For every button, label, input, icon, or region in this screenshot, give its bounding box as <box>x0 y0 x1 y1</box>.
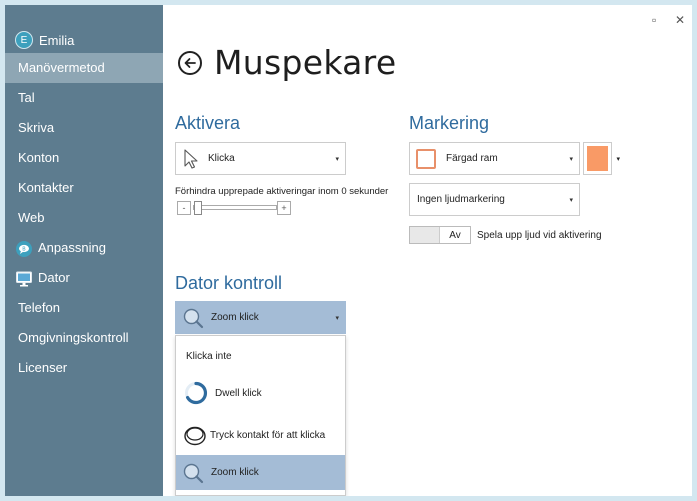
magnifier-icon <box>182 462 204 484</box>
app-window: E Emilia Manövermetod Tal Skriva Konton … <box>5 5 692 496</box>
option-zoom-klick[interactable]: Zoom klick <box>176 455 345 490</box>
highlight-color-picker[interactable]: ▾ <box>583 142 620 175</box>
color-swatch-frame <box>583 142 612 175</box>
section-title-dator-kontroll: Dator kontroll <box>175 273 283 293</box>
sidebar-item-label: Dator <box>38 270 70 285</box>
sidebar-item-label: Tal <box>18 90 35 105</box>
option-label: Zoom klick <box>211 467 259 478</box>
chevron-down-icon: ▾ <box>616 155 620 163</box>
colored-frame-icon <box>416 148 436 169</box>
increase-button[interactable]: + <box>277 201 291 215</box>
sidebar-nav: Manövermetod Tal Skriva Konton Kontakter… <box>5 53 163 383</box>
highlight-style-select[interactable]: Färgad ram ▾ <box>409 142 580 175</box>
sidebar-item-label: Anpassning <box>38 240 106 255</box>
cursor-arrow-icon <box>182 148 202 170</box>
arrow-left-icon <box>184 57 196 68</box>
user-name: Emilia <box>39 32 75 48</box>
sidebar-item-label: Konton <box>18 150 60 165</box>
sidebar-item-konton[interactable]: Konton <box>5 143 163 173</box>
monitor-icon <box>15 269 33 287</box>
sound-highlight-select[interactable]: Ingen ljudmarkering ▾ <box>409 183 580 216</box>
option-dwell-klick[interactable]: Dwell klick <box>176 376 345 410</box>
page-header: Muspekare <box>178 43 396 82</box>
play-sound-toggle[interactable]: Av <box>409 226 471 244</box>
sidebar-item-licenser[interactable]: Licenser <box>5 353 163 383</box>
highlight-style-value: Färgad ram <box>446 153 498 164</box>
computer-control-select[interactable]: Zoom klick ▾ <box>175 301 346 334</box>
repeat-activation-label: Förhindra upprepade aktiveringar inom 0 … <box>175 186 389 197</box>
sidebar-item-label: Kontakter <box>18 180 74 195</box>
repeat-delay-slider[interactable] <box>193 205 277 210</box>
sidebar-item-label: Telefon <box>18 300 60 315</box>
sidebar-item-web[interactable]: Web <box>5 203 163 233</box>
svg-text:B: B <box>22 247 26 253</box>
toggle-track <box>410 227 440 243</box>
option-label: Dwell klick <box>215 387 262 399</box>
color-swatch <box>587 146 608 171</box>
option-klicka-inte[interactable]: Klicka inte <box>176 344 345 368</box>
chevron-down-icon: ▾ <box>569 155 573 163</box>
sidebar-item-anpassning[interactable]: B Anpassning <box>5 233 163 263</box>
switch-button-icon <box>183 423 207 447</box>
close-button[interactable]: ✕ <box>675 13 685 27</box>
sidebar-item-label: Web <box>18 210 45 225</box>
activation-select[interactable]: Klicka ▾ <box>175 142 346 175</box>
sidebar-item-tal[interactable]: Tal <box>5 83 163 113</box>
sidebar-item-label: Skriva <box>18 120 55 135</box>
option-label: Klicka inte <box>186 350 232 362</box>
user-profile[interactable]: E Emilia <box>15 29 74 51</box>
activation-select-value: Klicka <box>208 153 235 164</box>
dwell-ring-icon <box>184 381 208 405</box>
sidebar-item-label: Manövermetod <box>18 60 105 75</box>
toggle-state-label: Av <box>449 229 461 241</box>
play-sound-caption: Spela upp ljud vid aktivering <box>477 230 602 241</box>
slider-handle[interactable] <box>194 201 202 215</box>
sound-highlight-value: Ingen ljudmarkering <box>417 194 505 205</box>
section-title-markering: Markering <box>409 113 490 133</box>
sidebar-item-manovermetod[interactable]: Manövermetod <box>5 53 163 83</box>
page-title: Muspekare <box>214 43 397 82</box>
computer-control-options: Klicka inte Dwell klick Tryck kontakt fö… <box>175 335 346 496</box>
option-label: Tryck kontakt för att klicka <box>210 429 326 441</box>
sidebar-item-label: Licenser <box>18 360 68 375</box>
chat-bubble-icon: B <box>15 239 33 257</box>
magnifier-icon <box>182 307 204 329</box>
sidebar-item-label: Omgivningskontroll <box>18 330 129 345</box>
sidebar-item-skriva[interactable]: Skriva <box>5 113 163 143</box>
sidebar-item-telefon[interactable]: Telefon <box>5 293 163 323</box>
chevron-down-icon: ▾ <box>335 314 339 322</box>
option-tryck-kontakt[interactable]: Tryck kontakt för att klicka <box>176 418 345 452</box>
sidebar-item-dator[interactable]: Dator <box>5 263 163 293</box>
section-title-aktivera: Aktivera <box>175 113 241 133</box>
minimize-button[interactable]: ▫ <box>652 13 656 27</box>
computer-control-value: Zoom klick <box>211 312 259 323</box>
avatar: E <box>15 31 33 49</box>
back-button[interactable] <box>178 50 202 75</box>
chevron-down-icon: ▾ <box>569 196 573 204</box>
sidebar: E Emilia Manövermetod Tal Skriva Konton … <box>5 5 163 496</box>
sidebar-item-kontakter[interactable]: Kontakter <box>5 173 163 203</box>
decrease-button[interactable]: - <box>177 201 191 215</box>
sidebar-item-omgivningskontroll[interactable]: Omgivningskontroll <box>5 323 163 353</box>
chevron-down-icon: ▾ <box>335 155 339 163</box>
